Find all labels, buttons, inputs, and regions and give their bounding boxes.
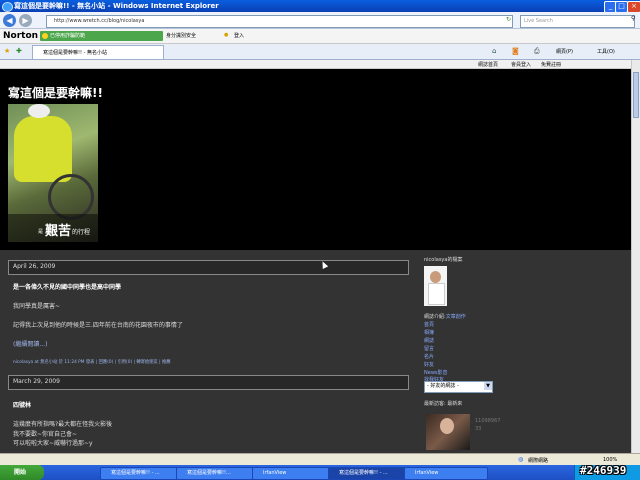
feeds-icon[interactable]: ◙ (512, 47, 519, 55)
start-button[interactable]: 開始 (0, 465, 44, 480)
sidebar-link-guestbook[interactable]: 留言 (424, 345, 434, 352)
taskbar-item-active[interactable]: 寫這個是要幹嘛!! - ... (328, 467, 412, 480)
sidebar-link-card[interactable]: 名片 (424, 353, 434, 360)
content-area: April 26, 2009 是一各偉久不見的國中同學也是高中同學 我同學真是厲… (0, 250, 631, 453)
login-button[interactable]: ● 登入 (224, 32, 244, 39)
avatar-body (428, 283, 445, 305)
print-icon[interactable]: ⎙ (534, 47, 540, 56)
sidebar-link-album[interactable]: 相簿 (424, 329, 434, 336)
visitor-avatar[interactable] (426, 414, 470, 450)
taskbar-item[interactable]: 寫這個是要幹嘛!! - ... (100, 467, 184, 480)
taskbar-item[interactable]: 寫這個是要幹嘛!!... (176, 467, 260, 480)
title-bar: 寫這個是要幹嘛!! - 無名小站 - Windows Internet Expl… (0, 0, 640, 12)
blog-home-link[interactable]: 網誌首頁 (478, 61, 498, 68)
post-line: 我不要歡~你官自己會~ (13, 431, 78, 438)
sidebar-link-friends[interactable]: 好友 (424, 361, 434, 368)
friend-blog-select[interactable]: - 好友的網誌 - ▼ (424, 381, 493, 393)
tools-menu[interactable]: 工具(O) (597, 48, 615, 55)
visitor-code-2: 33 (475, 426, 482, 432)
taskbar-item[interactable]: IrfanView (404, 467, 488, 480)
intro-label: 網誌介紹: (424, 314, 446, 320)
sidebar: nicolasya的檔案 網誌介紹:文章創作 首頁 相簿 網誌 留言 名片 好友… (424, 250, 624, 453)
shield-icon (42, 33, 48, 39)
visitor-face (440, 418, 454, 434)
ie-icon (2, 2, 13, 12)
friend-select-value: - 好友的網誌 - (427, 383, 459, 389)
caption-highlight: 艱苦 (45, 224, 72, 239)
avatar-face (430, 271, 441, 283)
key-icon: ● (224, 32, 229, 38)
post-title[interactable]: 四號林 (13, 400, 31, 409)
url-input[interactable]: http://www.wretch.cc/blog/nicolasya (46, 15, 513, 28)
header-photo: 是 艱苦 的行程 (8, 104, 98, 242)
address-bar: ◀ ▶ http://www.wretch.cc/blog/nicolasya … (0, 12, 640, 29)
last-visitors-title: 最新訪客: 最新來 (424, 401, 463, 407)
sidebar-link-news-video[interactable]: News影音 (424, 369, 448, 376)
zoom-level[interactable]: 100% (603, 457, 617, 463)
post-date: April 26, 2009 (8, 260, 409, 275)
register-link[interactable]: 免費註冊 (541, 61, 561, 68)
add-favorites-icon[interactable]: ✚ (16, 47, 22, 55)
norton-logo: Norton (3, 31, 39, 41)
post-title[interactable]: 是一各偉久不見的國中同學也是高中同學 (13, 282, 121, 291)
login-label: 登入 (234, 33, 245, 39)
tab-bar: ★ ✚ 寫這個是要幹嘛!! - 無名小站 ⌂ ◙ ⎙ 網頁(P) 工具(O) (0, 44, 640, 60)
search-input[interactable]: Live Search (520, 15, 635, 28)
back-button[interactable]: ◀ (3, 14, 16, 27)
tab-current[interactable]: 寫這個是要幹嘛!! - 無名小站 (32, 45, 164, 59)
status-bar: ◍ 網際網路 100% (0, 453, 640, 465)
visitor-code: 11098967 (475, 418, 501, 424)
norton-status-label: 已停用詐騙防範 (50, 33, 86, 39)
chevron-down-icon: ▼ (484, 382, 492, 390)
norton-toolbar: Norton 已停用詐騙防範 身分識別安全 ● 登入 (0, 29, 640, 44)
page-menu[interactable]: 網頁(P) (556, 48, 573, 55)
photo-caption: 是 艱苦 的行程 (8, 214, 98, 242)
blog-nav-strip: 網誌首頁 會員登入 免費註冊 (0, 60, 631, 69)
post-line: 可以啦啦大家~威嚇行過那~y (13, 440, 93, 447)
caption-prefix: 是 (38, 229, 44, 235)
caption-suffix: 的行程 (72, 229, 91, 236)
intro-link[interactable]: 文章創作 (446, 314, 466, 320)
favorites-star-icon[interactable]: ★ (4, 47, 10, 55)
close-button[interactable]: × (627, 1, 640, 12)
home-icon[interactable]: ⌂ (492, 47, 496, 55)
post-footer[interactable]: nicolasya at 無名小站 於 11:24 PM 發表 | 回應(0) … (13, 359, 171, 365)
posts-column: April 26, 2009 是一各偉久不見的國中同學也是高中同學 我同學真是厲… (8, 250, 410, 453)
post-line: 這幾麼有所指嗎?最大都在怪我火影後 (13, 421, 113, 428)
zone-label: 網際網路 (528, 458, 549, 464)
scrollbar-thumb[interactable] (633, 72, 639, 118)
read-more-link[interactable]: (繼續閱讀...) (13, 339, 47, 348)
refresh-icon[interactable]: ↻ (506, 16, 511, 23)
profile-avatar[interactable] (424, 266, 447, 306)
blog-page: 寫這個是要幹嘛!! 是 艱苦 的行程 April 26, 2009 是一各偉久不… (0, 70, 631, 453)
cyclist-figure (14, 116, 72, 182)
post-line: 記得我上次見到他的時候是三.四年前在台南的花園夜市的事情了 (13, 322, 183, 329)
post-date: March 29, 2009 (8, 375, 409, 390)
search-icon[interactable]: ⚲ (631, 15, 635, 22)
sidebar-link-home[interactable]: 首頁 (424, 321, 434, 328)
window-title: 寫這個是要幹嘛!! - 無名小站 - Windows Internet Expl… (14, 2, 219, 10)
taskbar-item[interactable]: IrfanView (252, 467, 336, 480)
taskbar: 開始 寫這個是要幹嘛!! - ... 寫這個是要幹嘛!!... IrfanVie… (0, 465, 640, 480)
page-scrollbar[interactable] (631, 60, 640, 453)
blog-title[interactable]: 寫這個是要幹嘛!! (8, 84, 103, 101)
profile-title: nicolasya的檔案 (424, 257, 463, 263)
member-login-link[interactable]: 會員登入 (511, 61, 531, 68)
sidebar-link-blog[interactable]: 網誌 (424, 337, 434, 344)
identity-safe-button[interactable]: 身分識別安全 (166, 32, 196, 39)
intro-row: 網誌介紹:文章創作 (424, 313, 466, 320)
forward-button[interactable]: ▶ (19, 14, 32, 27)
image-watermark: #246939 (580, 464, 627, 477)
globe-icon: ◍ (518, 456, 524, 463)
cyclist-helmet (28, 104, 50, 118)
norton-scam-status[interactable]: 已停用詐騙防範 (40, 31, 163, 41)
post-line: 我同學真是厲害~ (13, 303, 61, 310)
